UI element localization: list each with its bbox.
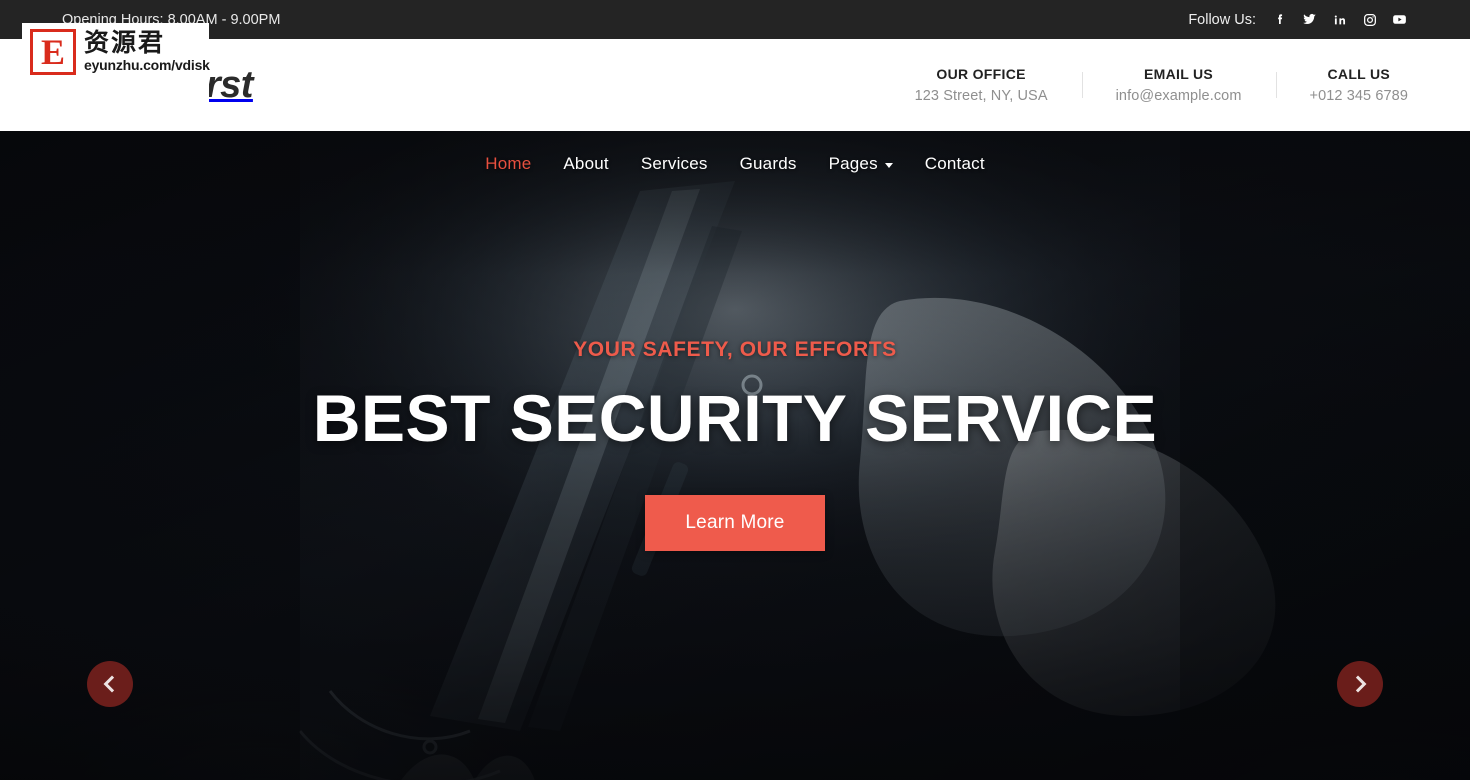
contact-phone-title: CALL US <box>1327 66 1391 82</box>
hero-title: BEST SECURITY SERVICE <box>312 380 1158 455</box>
nav-item-pages[interactable]: Pages <box>813 154 909 174</box>
top-bar: Opening Hours: 8.00AM - 9.00PM Follow Us… <box>0 0 1470 39</box>
nav-item-pages-label: Pages <box>828 154 878 173</box>
watermark-overlay: E 资源君 eyunzhu.com/vdisk <box>22 23 210 105</box>
nav-item-guards[interactable]: Guards <box>724 154 813 174</box>
nav-item-contact[interactable]: Contact <box>909 154 1001 174</box>
hero-subtitle: YOUR SAFETY, OUR EFFORTS <box>573 337 897 361</box>
carousel-next-button[interactable] <box>1337 661 1383 707</box>
contact-email-value[interactable]: info@example.com <box>1116 88 1242 104</box>
chevron-down-icon <box>884 162 893 168</box>
watermark-url-text: eyunzhu.com/vdisk <box>84 57 210 74</box>
site-header: SafetyFirst OUR OFFICE 123 Street, NY, U… <box>0 39 1470 131</box>
watermark-text: 资源君 eyunzhu.com/vdisk <box>84 29 210 74</box>
youtube-icon[interactable] <box>1391 11 1408 28</box>
instagram-icon[interactable] <box>1361 11 1378 28</box>
contact-office-title: OUR OFFICE <box>936 66 1026 82</box>
contact-email-title: EMAIL US <box>1144 66 1214 82</box>
header-contact-group: OUR OFFICE 123 Street, NY, USA EMAIL US … <box>881 66 1408 104</box>
contact-phone: CALL US +012 345 6789 <box>1275 66 1408 104</box>
watermark-cn-text: 资源君 <box>84 28 166 57</box>
chevron-left-icon <box>103 675 121 693</box>
contact-office: OUR OFFICE 123 Street, NY, USA <box>881 66 1082 104</box>
contact-email: EMAIL US info@example.com <box>1081 66 1276 104</box>
linkedin-icon[interactable] <box>1331 11 1348 28</box>
nav-item-services[interactable]: Services <box>625 154 724 174</box>
hero-content: YOUR SAFETY, OUR EFFORTS BEST SECURITY S… <box>0 131 1470 780</box>
watermark-logo-icon: E <box>30 29 76 75</box>
carousel-prev-button[interactable] <box>87 661 133 707</box>
nav-item-home[interactable]: Home <box>469 154 547 174</box>
contact-office-value: 123 Street, NY, USA <box>914 88 1048 104</box>
learn-more-button[interactable]: Learn More <box>645 495 825 552</box>
follow-us-label: Follow Us: <box>1188 11 1256 28</box>
hero-carousel: Home About Services Guards Pages Contact… <box>0 131 1470 780</box>
twitter-icon[interactable] <box>1301 11 1318 28</box>
chevron-right-icon <box>1349 675 1367 693</box>
contact-phone-value[interactable]: +012 345 6789 <box>1310 88 1408 104</box>
facebook-icon[interactable] <box>1271 11 1288 28</box>
main-navigation: Home About Services Guards Pages Contact <box>0 154 1470 174</box>
nav-item-about[interactable]: About <box>547 154 624 174</box>
social-follow-group: Follow Us: <box>1188 11 1408 28</box>
